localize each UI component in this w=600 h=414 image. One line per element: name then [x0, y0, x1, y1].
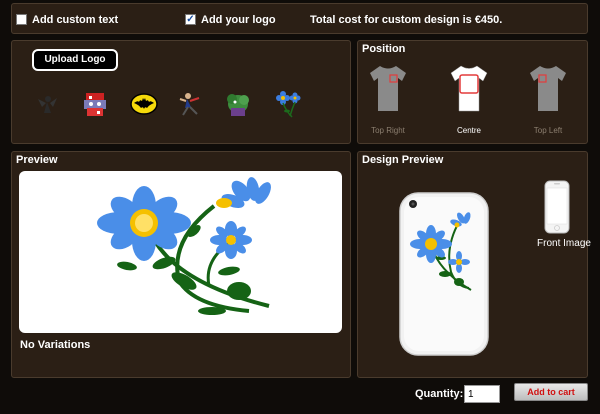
position-top-right-label: Top Right	[371, 126, 405, 135]
pokemon-icon[interactable]	[80, 89, 110, 119]
front-image-label: Front Image	[537, 238, 591, 249]
options-bar: Add custom text ✓ Add your logo Total co…	[11, 3, 588, 34]
batman-logo-icon[interactable]	[129, 89, 159, 119]
logo-checkbox[interactable]: ✓	[185, 14, 196, 25]
upload-logo-button[interactable]: Upload Logo	[32, 49, 118, 71]
design-preview-panel: Design Preview Front Image	[357, 151, 591, 378]
tshirt-top-right-icon[interactable]	[368, 63, 408, 113]
logo-label: Add your logo	[201, 14, 276, 26]
variations-text: No Variations	[20, 339, 91, 351]
fighter-icon[interactable]	[175, 89, 205, 119]
position-title: Position	[362, 43, 406, 55]
custom-text-label: Add custom text	[32, 14, 119, 26]
total-cost-text: Total cost for custom design is €450.	[310, 14, 503, 26]
tshirt-top-left-icon[interactable]	[528, 63, 568, 113]
tshirt-centre-icon[interactable]	[449, 63, 489, 113]
preview-panel: Preview No Variations	[11, 151, 351, 378]
custom-text-checkbox[interactable]	[16, 14, 27, 25]
preview-title: Preview	[16, 154, 58, 166]
flower-design-image	[97, 177, 271, 315]
flower-icon[interactable]	[274, 89, 304, 119]
position-centre-label: Centre	[456, 126, 481, 135]
quantity-input[interactable]	[464, 385, 500, 403]
logo-panel: Upload Logo	[11, 40, 351, 144]
preview-canvas	[19, 171, 342, 333]
position-top-left-label: Top Left	[533, 126, 563, 135]
design-preview-title: Design Preview	[362, 154, 444, 166]
add-to-cart-button[interactable]: Add to cart	[514, 383, 588, 401]
tinkerbell-icon[interactable]	[32, 89, 62, 119]
phone-case-preview	[399, 192, 489, 356]
hulk-icon[interactable]	[223, 89, 253, 119]
front-image-thumbnail[interactable]	[544, 180, 570, 234]
quantity-label: Quantity:	[415, 388, 464, 400]
position-panel: Position Top Right Centre Top Left	[357, 40, 588, 144]
